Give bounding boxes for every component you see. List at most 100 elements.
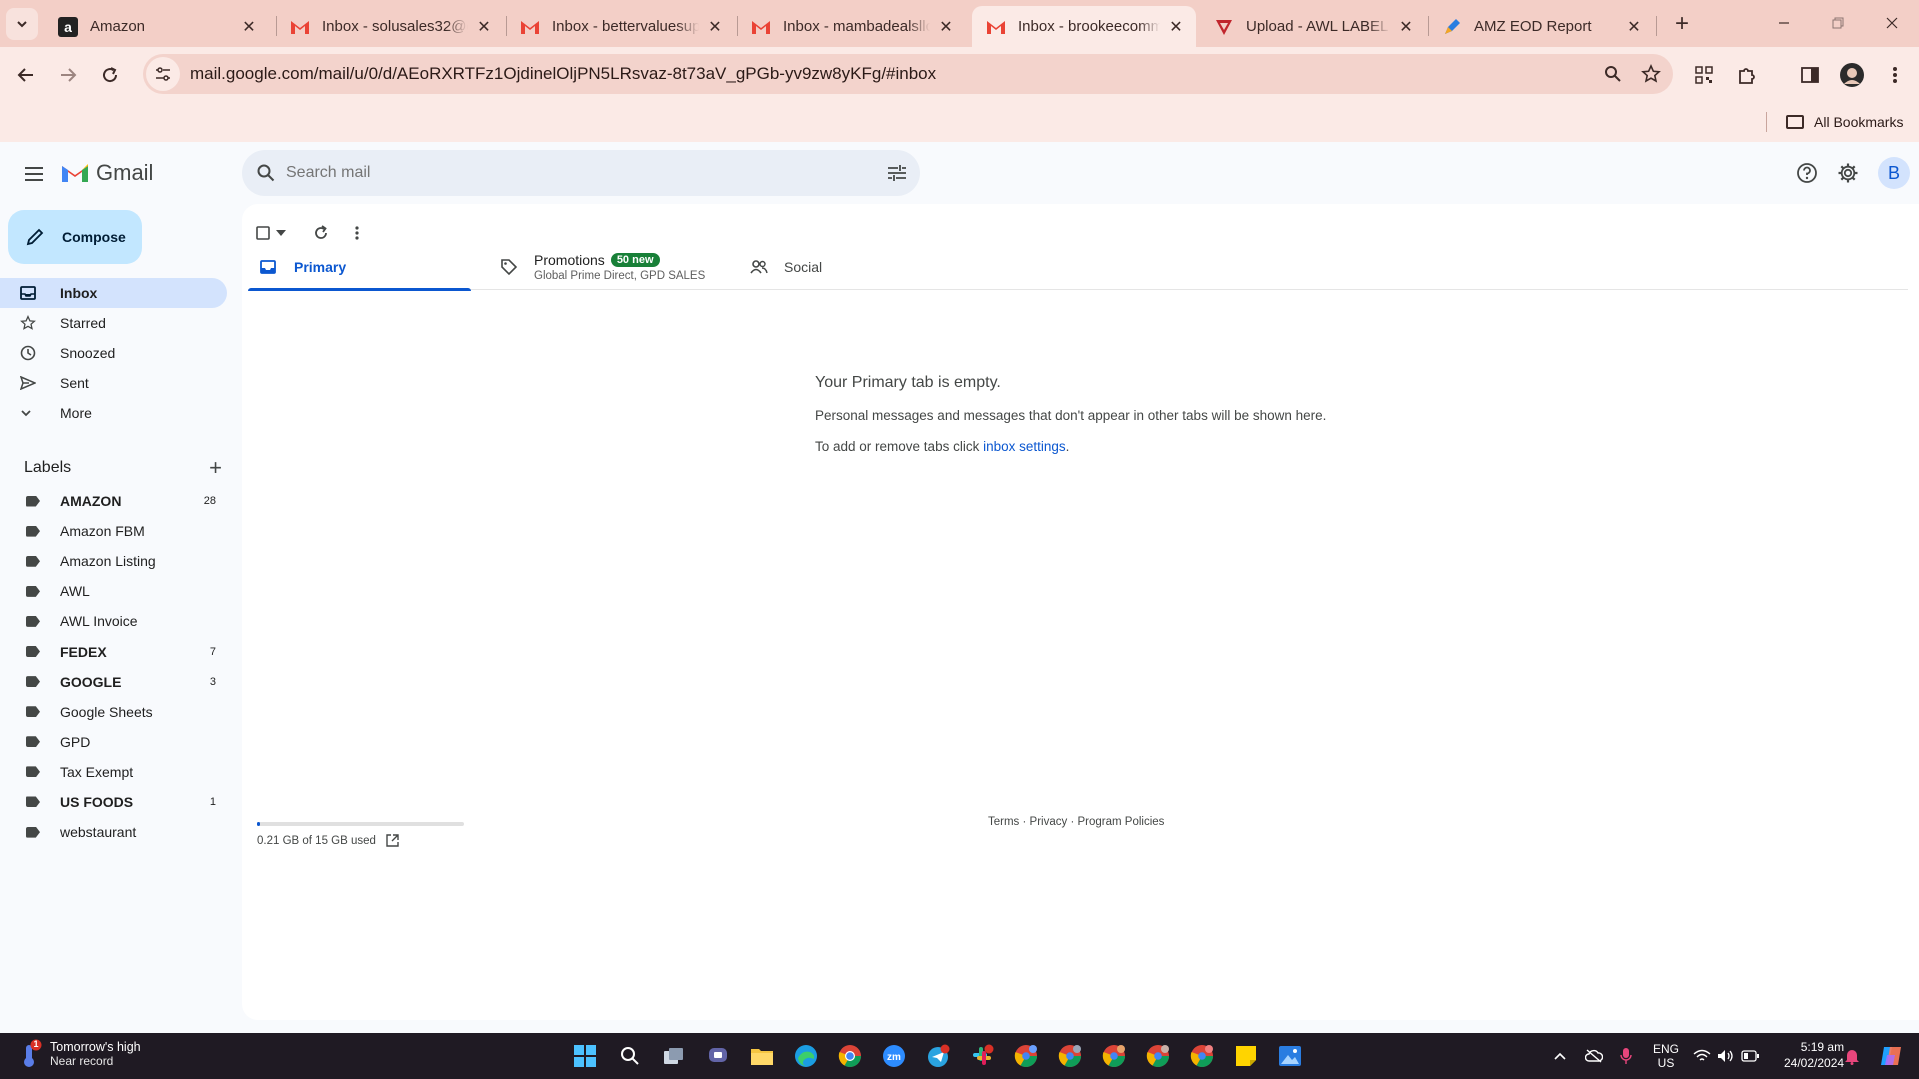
- tab-primary[interactable]: Primary: [248, 244, 471, 291]
- nav-item-more[interactable]: More: [0, 398, 227, 428]
- photos-app-button[interactable]: [1274, 1040, 1306, 1072]
- browser-tab[interactable]: Inbox - mambadealsllc ✕: [737, 6, 966, 47]
- inbox-settings-link[interactable]: inbox settings: [983, 439, 1066, 454]
- privacy-link[interactable]: Privacy: [1030, 816, 1068, 828]
- browser-tab[interactable]: Upload - AWL LABEL ✕: [1200, 6, 1426, 47]
- weather-widget[interactable]: 1 Tomorrow's high Near record: [18, 1039, 141, 1069]
- notifications-button[interactable]: [1840, 1045, 1864, 1067]
- tab-search-button[interactable]: [6, 8, 38, 40]
- gmail-logo[interactable]: Gmail: [60, 160, 153, 186]
- close-tab-icon[interactable]: ✕: [239, 17, 259, 37]
- main-menu-button[interactable]: [16, 156, 52, 192]
- tab-social[interactable]: Social: [738, 244, 938, 290]
- terms-link[interactable]: Terms: [988, 816, 1019, 828]
- nav-item-snoozed[interactable]: Snoozed: [0, 338, 227, 368]
- close-tab-icon[interactable]: ✕: [1624, 17, 1644, 37]
- zoom-app-button[interactable]: zm: [878, 1040, 910, 1072]
- search-bar[interactable]: [242, 150, 920, 196]
- browser-menu-button[interactable]: [1880, 60, 1910, 90]
- support-button[interactable]: [1792, 158, 1822, 188]
- search-icon[interactable]: [246, 164, 286, 182]
- url-text[interactable]: mail.google.com/mail/u/0/d/AEoRXRTFz1Ojd…: [190, 64, 1597, 84]
- chrome-button[interactable]: [834, 1040, 866, 1072]
- system-clock[interactable]: 5:19 am 24/02/2024: [1784, 1039, 1844, 1071]
- site-info-button[interactable]: [146, 57, 180, 91]
- open-in-new-icon[interactable]: [386, 834, 399, 847]
- extensions-button[interactable]: [1732, 60, 1762, 90]
- label-item[interactable]: webstaurant: [0, 817, 227, 847]
- wifi-status-button[interactable]: [1690, 1045, 1714, 1067]
- taskbar-search-button[interactable]: [614, 1040, 646, 1072]
- qr-extension-button[interactable]: [1689, 60, 1719, 90]
- close-tab-icon[interactable]: ✕: [1396, 17, 1416, 37]
- show-hidden-icons-button[interactable]: [1548, 1045, 1572, 1067]
- sticky-note-icon: [1236, 1046, 1256, 1066]
- reload-button[interactable]: [94, 59, 126, 91]
- label-item[interactable]: AWL: [0, 576, 227, 606]
- search-options-icon[interactable]: [874, 165, 920, 181]
- language-indicator[interactable]: ENG US: [1648, 1042, 1684, 1070]
- chrome-profile-button[interactable]: [1010, 1040, 1042, 1072]
- program-policies-link[interactable]: Program Policies: [1077, 816, 1164, 828]
- restore-window-button[interactable]: [1816, 8, 1860, 38]
- settings-button[interactable]: [1833, 158, 1863, 188]
- chrome-profile-button[interactable]: [1186, 1040, 1218, 1072]
- label-item[interactable]: US FOODS 1: [0, 787, 227, 817]
- side-panel-button[interactable]: [1795, 60, 1825, 90]
- volume-button[interactable]: [1714, 1045, 1738, 1067]
- microphone-button[interactable]: [1614, 1045, 1638, 1067]
- slack-button[interactable]: [966, 1040, 998, 1072]
- battery-status-button[interactable]: [1738, 1045, 1762, 1067]
- photos-icon: [1279, 1046, 1301, 1066]
- browser-tab[interactable]: AMZ EOD Report ✕: [1428, 6, 1654, 47]
- label-item[interactable]: GPD: [0, 727, 227, 757]
- nav-item-inbox[interactable]: Inbox: [0, 278, 227, 308]
- browser-tab[interactable]: a Amazon ✕: [44, 6, 269, 47]
- edge-button[interactable]: [790, 1040, 822, 1072]
- browser-tab[interactable]: Inbox - solusales32@gmail.com ✕: [276, 6, 504, 47]
- browser-tab[interactable]: Inbox - bettervaluesupply ✕: [506, 6, 735, 47]
- label-item[interactable]: FEDEX 7: [0, 636, 227, 666]
- file-explorer-button[interactable]: [746, 1040, 778, 1072]
- more-vert-icon: [355, 226, 359, 240]
- start-button[interactable]: [569, 1040, 601, 1072]
- label-item[interactable]: GOOGLE 3: [0, 667, 227, 697]
- browser-tab-active[interactable]: Inbox - brookeecommerce ✕: [972, 6, 1196, 47]
- all-bookmarks-button[interactable]: All Bookmarks: [1786, 108, 1903, 136]
- close-tab-icon[interactable]: ✕: [936, 17, 956, 37]
- search-input[interactable]: [286, 164, 874, 182]
- label-item[interactable]: Amazon Listing: [0, 546, 227, 576]
- close-tab-icon[interactable]: ✕: [474, 17, 494, 37]
- tab-promotions[interactable]: Promotions 50 new Global Prime Direct, G…: [488, 244, 718, 290]
- chrome-profile-button[interactable]: [1142, 1040, 1174, 1072]
- telegram-button[interactable]: [922, 1040, 954, 1072]
- label-item[interactable]: Tax Exempt: [0, 757, 227, 787]
- close-window-button[interactable]: [1870, 8, 1914, 38]
- copilot-button[interactable]: [1876, 1045, 1906, 1067]
- label-item[interactable]: Amazon FBM: [0, 516, 227, 546]
- forward-button[interactable]: [52, 59, 84, 91]
- nav-item-starred[interactable]: Starred: [0, 308, 227, 338]
- minimize-window-button[interactable]: [1762, 8, 1806, 38]
- compose-button[interactable]: Compose: [8, 210, 142, 264]
- task-view-button[interactable]: [658, 1040, 690, 1072]
- profile-button[interactable]: [1837, 60, 1867, 90]
- label-item[interactable]: Google Sheets: [0, 697, 227, 727]
- zoom-button[interactable]: [1597, 58, 1629, 90]
- close-tab-icon[interactable]: ✕: [705, 17, 725, 37]
- onedrive-status-button[interactable]: [1582, 1045, 1606, 1067]
- label-item[interactable]: AWL Invoice: [0, 606, 227, 636]
- account-avatar[interactable]: B: [1878, 157, 1910, 189]
- address-bar[interactable]: mail.google.com/mail/u/0/d/AEoRXRTFz1Ojd…: [143, 54, 1673, 94]
- sticky-notes-button[interactable]: [1230, 1040, 1262, 1072]
- bookmark-star-button[interactable]: [1635, 58, 1667, 90]
- nav-item-sent[interactable]: Sent: [0, 368, 227, 398]
- label-item[interactable]: AMAZON 28: [0, 486, 227, 516]
- close-tab-icon[interactable]: ✕: [1166, 17, 1186, 37]
- chrome-profile-button[interactable]: [1098, 1040, 1130, 1072]
- chrome-profile-button[interactable]: [1054, 1040, 1086, 1072]
- back-button[interactable]: [10, 59, 42, 91]
- teams-chat-button[interactable]: [702, 1040, 734, 1072]
- new-tab-button[interactable]: +: [1668, 10, 1696, 38]
- add-label-icon[interactable]: +: [209, 455, 222, 481]
